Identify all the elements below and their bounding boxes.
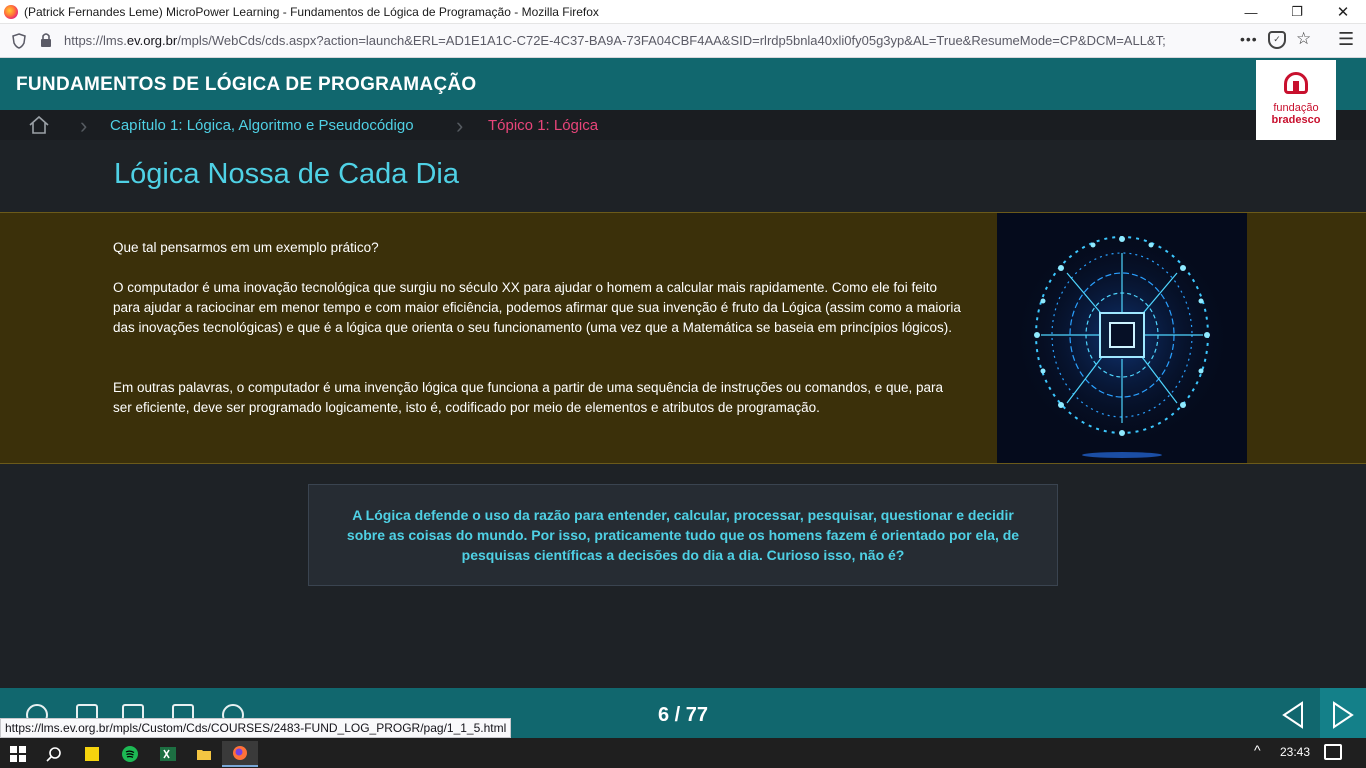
brand-line-2: bradesco bbox=[1271, 114, 1321, 126]
page-indicator: 6 / 77 bbox=[657, 704, 709, 726]
pocket-icon[interactable]: ✓ bbox=[1268, 31, 1286, 49]
minimize-button[interactable]: — bbox=[1228, 0, 1274, 24]
paragraph-computer: O computador é uma inovação tecnológica … bbox=[113, 280, 961, 335]
address-bar: https://lms.ev.org.br/mpls/WebCds/cds.as… bbox=[0, 24, 1366, 58]
url-rest: /mpls/WebCds/cds.aspx?action=launch&ERL=… bbox=[177, 33, 1166, 48]
breadcrumb: › Capítulo 1: Lógica, Algoritmo e Pseudo… bbox=[0, 110, 1366, 140]
firefox-icon bbox=[4, 4, 18, 19]
breadcrumb-chapter[interactable]: Capítulo 1: Lógica, Algoritmo e Pseudocó… bbox=[110, 117, 414, 134]
windows-taskbar: ^ 23:43 bbox=[0, 738, 1366, 768]
course-header: FUNDAMENTOS DE LÓGICA DE PROGRAMAÇÃO bbox=[0, 58, 1366, 110]
callout-text: A Lógica defende o uso da razão para ent… bbox=[346, 507, 1020, 563]
firefox-taskbar-icon[interactable] bbox=[222, 741, 258, 767]
brain-circuit-image bbox=[997, 213, 1247, 463]
brand-logo: fundação bradesco bbox=[1256, 60, 1336, 140]
chevron-right-icon: › bbox=[456, 113, 464, 138]
chevron-right-icon: › bbox=[80, 113, 88, 138]
course-title: FUNDAMENTOS DE LÓGICA DE PROGRAMAÇÃO bbox=[16, 74, 477, 95]
tray-chevron-icon[interactable]: ^ bbox=[1254, 742, 1261, 758]
windows-start-icon[interactable] bbox=[0, 741, 36, 767]
restore-button[interactable]: ❐ bbox=[1274, 0, 1320, 24]
paragraph-intro: Que tal pensarmos em um exemplo prático? bbox=[113, 240, 379, 255]
notification-icon[interactable] bbox=[1324, 744, 1342, 760]
bradesco-logo-icon bbox=[1284, 72, 1308, 94]
page-title: Lógica Nossa de Cada Dia bbox=[114, 158, 459, 190]
page-actions-button[interactable]: ••• bbox=[1240, 31, 1258, 47]
highlight-callout: A Lógica defende o uso da razão para ent… bbox=[308, 484, 1058, 586]
window-title: (Patrick Fernandes Leme) MicroPower Lear… bbox=[24, 4, 599, 19]
close-button[interactable]: ✕ bbox=[1320, 0, 1366, 24]
breadcrumb-topic[interactable]: Tópico 1: Lógica bbox=[488, 117, 598, 134]
lock-icon[interactable] bbox=[40, 32, 52, 51]
brand-line-1: fundação bbox=[1273, 102, 1319, 114]
file-explorer-icon[interactable] bbox=[186, 741, 222, 767]
previous-page-button[interactable] bbox=[1278, 700, 1308, 730]
home-icon[interactable] bbox=[28, 115, 50, 135]
url-input[interactable]: https://lms.ev.org.br/mpls/WebCds/cds.as… bbox=[64, 33, 1234, 48]
sticky-notes-icon[interactable] bbox=[74, 741, 110, 767]
bookmark-star-icon[interactable]: ☆ bbox=[1296, 29, 1311, 49]
url-domain: ev.org.br bbox=[126, 33, 178, 48]
shield-icon[interactable] bbox=[12, 33, 26, 49]
status-link-preview: https://lms.ev.org.br/mpls/Custom/Cds/CO… bbox=[0, 718, 512, 738]
search-icon[interactable] bbox=[36, 741, 72, 767]
paragraph-logic: Em outras palavras, o computador é uma i… bbox=[113, 380, 943, 415]
hamburger-menu-icon[interactable]: ☰ bbox=[1338, 29, 1354, 50]
taskbar-clock[interactable]: 23:43 bbox=[1280, 745, 1310, 759]
spotify-icon[interactable] bbox=[112, 741, 148, 767]
next-page-button[interactable] bbox=[1320, 688, 1366, 738]
excel-icon[interactable] bbox=[150, 741, 186, 767]
play-next-icon bbox=[1328, 700, 1358, 730]
window-titlebar: (Patrick Fernandes Leme) MicroPower Lear… bbox=[0, 0, 1366, 24]
url-prefix: https://lms. bbox=[64, 33, 127, 48]
